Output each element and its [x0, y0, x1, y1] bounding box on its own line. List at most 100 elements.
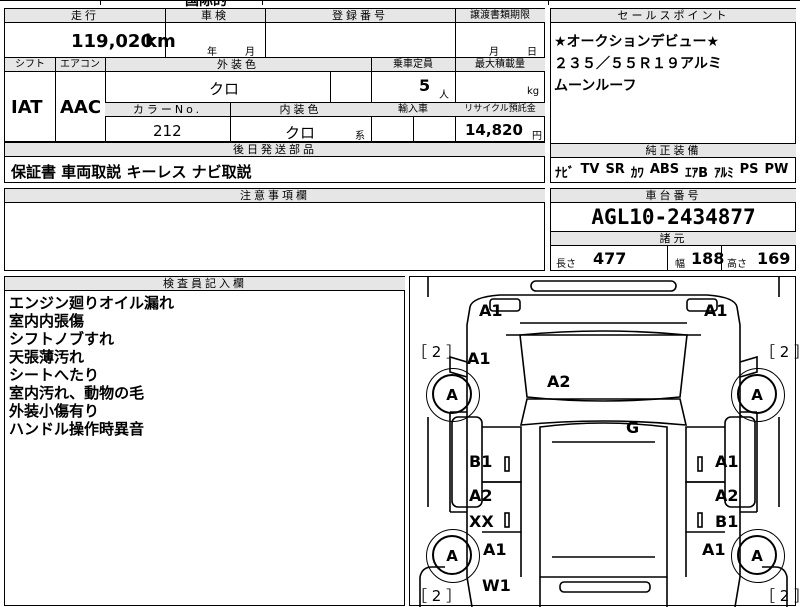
height-label: 高さ	[727, 259, 747, 270]
aircon-header: エアコン	[55, 58, 105, 72]
capacity-unit: 人	[439, 90, 449, 101]
inspector-note: シフトノブすれ	[9, 330, 115, 348]
tire-left-rear: ［ 2 ］	[412, 587, 462, 605]
mark-right-rear-door-a: A2	[715, 486, 739, 505]
mark-left-rear-bumper: W1	[482, 576, 511, 595]
equipment-item: ｶﾜ	[630, 166, 644, 181]
vehicle-info-table: 走行 車検 登録番号 譲渡書類期限 119,020 km 年 月 月 日 シフト…	[4, 8, 545, 142]
transfer-day: 日	[527, 47, 537, 58]
mileage-header: 走行	[5, 9, 165, 23]
max-load-unit: kg	[527, 86, 540, 97]
mark-front-left-bumper: A1	[479, 301, 503, 320]
shift-value: IAT	[11, 97, 43, 118]
color-no-header: カラーNo.	[105, 103, 230, 117]
chassis-box: 車台番号 AGL10-2434877 諸元 長さ 477 幅 188 高さ 16…	[550, 188, 796, 271]
inspector-note: 外装小傷有り	[9, 402, 100, 420]
mark-roof: G	[626, 418, 640, 437]
color-no-value: 212	[153, 122, 182, 140]
top-divider	[548, 0, 549, 5]
exterior-color-header: 外装色	[105, 58, 371, 72]
tire-right-rear: ［ 2 ］	[760, 587, 800, 605]
equipment-item: ｱﾙﾐ	[714, 166, 734, 181]
mileage-unit: km	[145, 31, 176, 52]
inspection-month: 月	[245, 47, 255, 58]
later-parts-header: 後日発送部品	[5, 143, 545, 157]
sales-point-line: ２３５／５５Ｒ１９アルミ	[554, 56, 722, 72]
inspector-notes-header: 検査員記入欄	[5, 277, 405, 291]
notes-header: 注意事項欄	[5, 189, 545, 203]
width-label: 幅	[675, 259, 685, 270]
max-load-header: 最大積載量	[455, 58, 545, 72]
mark-left-front-door: B1	[469, 452, 493, 471]
later-parts-box: 後日発送部品 保証書 車両取説 キーレス ナビ取説	[4, 142, 545, 183]
registration-header: 登録番号	[265, 9, 455, 23]
sales-point-line: ムーンルーフ	[554, 78, 637, 94]
genuine-equipment-list: ﾅﾋﾞ TV SR ｶﾜ ABS ｴｱB ｱﾙﾐ PS PW	[555, 162, 795, 181]
inspector-notes-box: 検査員記入欄 エンジン廻りオイル漏れ 室内内張傷 シフトノブすれ 天張薄汚れ シ…	[4, 276, 405, 606]
mark-left-fender: A1	[467, 349, 491, 368]
shift-header: シフト	[5, 58, 55, 72]
inspector-note: 室内汚れ、動物の毛	[9, 384, 145, 402]
import-header: 輸入車	[371, 103, 455, 117]
chassis-no-header: 車台番号	[551, 189, 796, 203]
length-label: 長さ	[556, 259, 576, 270]
capacity-header: 乗車定員	[371, 58, 455, 72]
interior-color-value: クロ	[285, 124, 316, 142]
inspector-note: ハンドル操作時異音	[9, 420, 145, 438]
mark-right-rear-door-b: B1	[715, 512, 739, 531]
genuine-equipment-header: 純正装備	[551, 144, 796, 158]
top-edge-line	[0, 0, 800, 1]
top-divider	[262, 0, 263, 5]
inspector-note: エンジン廻りオイル漏れ	[9, 294, 175, 312]
inspector-notes-list: エンジン廻りオイル漏れ 室内内張傷 シフトノブすれ 天張薄汚れ シートへたり 室…	[9, 294, 174, 438]
transfer-month: 月	[489, 47, 499, 58]
inspection-year: 年	[207, 47, 217, 58]
capacity-value: 5	[419, 76, 431, 95]
mark-hood: A2	[547, 372, 571, 391]
right-rear-wheel: A	[731, 529, 785, 583]
mark-left-rear-door-b: XX	[469, 512, 494, 531]
equipment-item: PW	[764, 162, 789, 177]
length-value: 477	[593, 249, 627, 268]
recycle-deposit-value: 14,820	[465, 121, 523, 139]
width-value: 188	[691, 249, 725, 268]
equipment-item: TV	[580, 162, 600, 177]
left-front-wheel: A	[426, 368, 480, 422]
notes-box: 注意事項欄	[4, 188, 545, 271]
transfer-deadline-header: 譲渡書類期限	[455, 9, 545, 23]
condition-diagram-box: ［ 2 ］ ［ 2 ］ ［ 2 ］ ［ 2 ］ A A A A A1 A1 A1…	[409, 276, 800, 607]
equipment-item: ABS	[649, 162, 680, 177]
tire-left-front: ［ 2 ］	[412, 343, 462, 361]
mark-left-rear-fender: A1	[483, 540, 507, 559]
mark-right-rear-fender: A1	[702, 540, 726, 559]
sales-point-line: ★オークションデビュー★	[554, 34, 720, 50]
top-divider	[100, 0, 101, 5]
mark-front-right-bumper: A1	[704, 301, 728, 320]
specs-header: 諸元	[551, 232, 796, 246]
equipment-item: SR	[605, 162, 625, 177]
recycle-deposit-header: リサイクル預託金	[455, 103, 545, 117]
mark-left-rear-door-a: A2	[469, 486, 493, 505]
height-value: 169	[757, 249, 791, 268]
interior-color-suffix: 系	[355, 131, 365, 142]
left-rear-wheel: A	[426, 529, 480, 583]
aircon-value: AAC	[60, 97, 102, 118]
interior-color-header: 内装色	[230, 103, 371, 117]
right-front-wheel: A	[731, 368, 785, 422]
later-parts-value: 保証書 車両取説 キーレス ナビ取説	[11, 163, 252, 181]
inspector-note: 天張薄汚れ	[9, 348, 85, 366]
chassis-no-value: AGL10-2434877	[591, 205, 756, 229]
mileage-value: 119,020	[71, 31, 153, 52]
inspection-header: 車検	[165, 9, 265, 23]
equipment-item: ﾅﾋﾞ	[555, 166, 575, 181]
exterior-color-value: クロ	[209, 80, 240, 98]
equipment-item: PS	[739, 162, 759, 177]
inspector-note: シートへたり	[9, 366, 100, 384]
recycle-unit: 円	[532, 131, 542, 142]
sales-point-header: セールスポイント	[551, 9, 796, 23]
mark-right-front-door: A1	[715, 452, 739, 471]
inspector-note: 室内内張傷	[9, 312, 85, 330]
equipment-item: ｴｱB	[685, 166, 709, 181]
sales-point-box: セールスポイント ★オークションデビュー★ ２３５／５５Ｒ１９アルミ ムーンルー…	[550, 8, 796, 183]
tire-right-front: ［ 2 ］	[760, 343, 800, 361]
